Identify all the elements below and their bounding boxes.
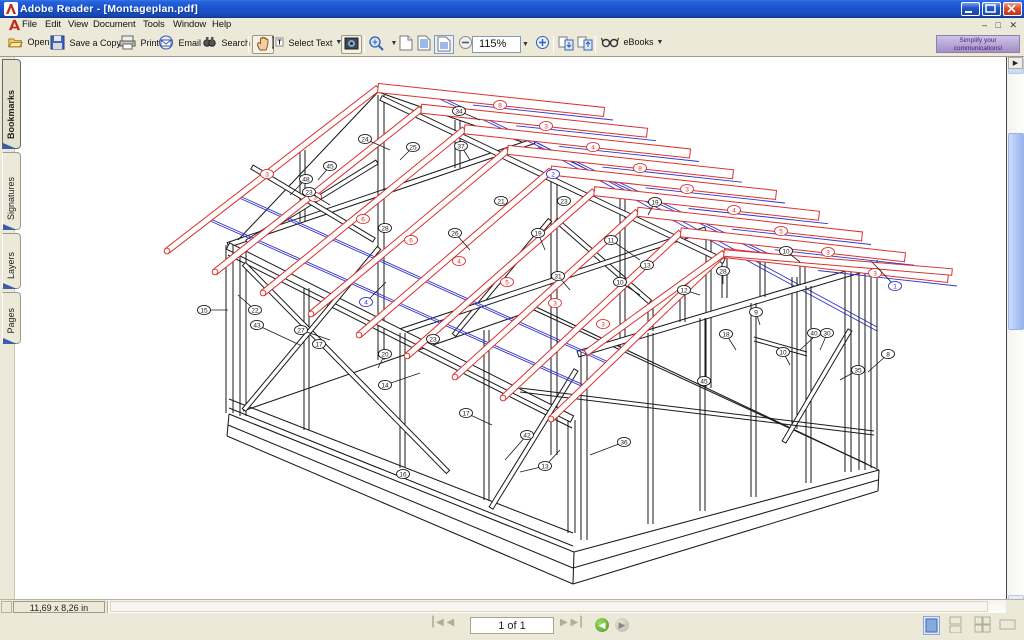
svg-text:20: 20 — [381, 351, 389, 358]
svg-text:28: 28 — [381, 225, 389, 232]
svg-text:13: 13 — [541, 463, 549, 470]
svg-text:10: 10 — [779, 349, 787, 356]
svg-text:31: 31 — [554, 273, 562, 280]
svg-text:12: 12 — [680, 287, 688, 294]
svg-text:19: 19 — [651, 199, 659, 206]
svg-text:8: 8 — [638, 165, 642, 172]
svg-text:25: 25 — [409, 144, 417, 151]
svg-text:6: 6 — [409, 237, 413, 244]
svg-text:24: 24 — [361, 136, 369, 143]
svg-text:28: 28 — [719, 268, 727, 275]
svg-text:14: 14 — [381, 382, 389, 389]
svg-text:35: 35 — [854, 367, 862, 374]
svg-text:3: 3 — [873, 270, 877, 277]
svg-text:43: 43 — [253, 322, 261, 329]
svg-text:1: 1 — [893, 283, 897, 290]
svg-text:10: 10 — [616, 279, 624, 286]
svg-text:17: 17 — [462, 410, 470, 417]
svg-text:10: 10 — [782, 248, 790, 255]
svg-text:3: 3 — [553, 300, 557, 307]
svg-text:8: 8 — [886, 351, 890, 358]
svg-text:42: 42 — [523, 432, 531, 439]
svg-text:6: 6 — [361, 216, 365, 223]
svg-text:23: 23 — [305, 189, 313, 196]
svg-text:16: 16 — [399, 471, 407, 478]
svg-text:4: 4 — [591, 144, 595, 151]
svg-text:37: 37 — [457, 143, 465, 150]
svg-text:9: 9 — [754, 309, 758, 316]
svg-text:3: 3 — [685, 186, 689, 193]
svg-text:45: 45 — [700, 378, 708, 385]
svg-text:17: 17 — [315, 341, 323, 348]
svg-text:21: 21 — [497, 198, 505, 205]
svg-text:22: 22 — [251, 307, 259, 314]
svg-text:13: 13 — [643, 262, 651, 269]
svg-text:4: 4 — [732, 207, 736, 214]
svg-text:11: 11 — [608, 237, 615, 244]
svg-text:3: 3 — [544, 123, 548, 130]
svg-text:2: 2 — [551, 171, 555, 178]
svg-text:48: 48 — [302, 176, 310, 183]
svg-text:23: 23 — [429, 336, 437, 343]
svg-text:40: 40 — [810, 330, 818, 337]
svg-text:3: 3 — [265, 171, 269, 178]
svg-text:30: 30 — [823, 330, 831, 337]
svg-text:5: 5 — [779, 228, 783, 235]
svg-text:4: 4 — [364, 299, 368, 306]
svg-text:23: 23 — [560, 198, 568, 205]
svg-text:5: 5 — [505, 279, 509, 286]
svg-text:18: 18 — [722, 331, 730, 338]
svg-text:3: 3 — [601, 321, 605, 328]
svg-text:19: 19 — [534, 230, 542, 237]
svg-text:34: 34 — [455, 108, 463, 115]
svg-text:15: 15 — [200, 307, 208, 314]
svg-text:3: 3 — [826, 249, 830, 256]
svg-text:26: 26 — [451, 230, 459, 237]
svg-text:4: 4 — [457, 258, 461, 265]
svg-text:8: 8 — [498, 102, 502, 109]
svg-text:27: 27 — [297, 327, 305, 334]
svg-text:45: 45 — [326, 163, 334, 170]
svg-text:36: 36 — [620, 439, 628, 446]
